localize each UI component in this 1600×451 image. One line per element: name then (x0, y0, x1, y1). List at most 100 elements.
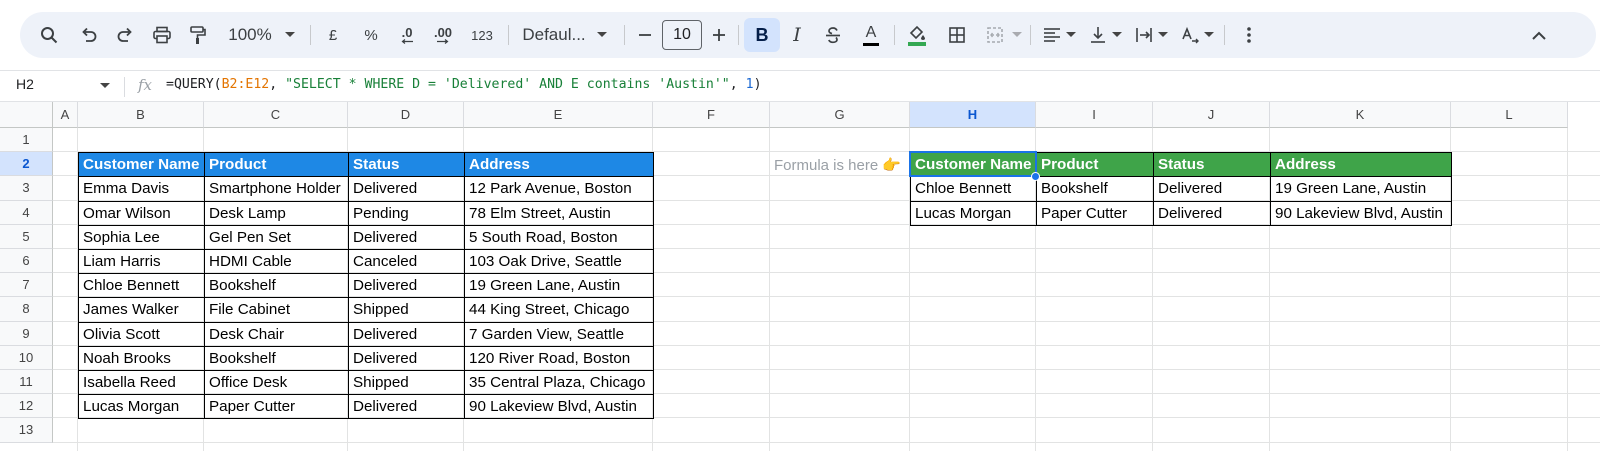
table-cell[interactable]: Emma Davis (78, 176, 205, 202)
table-cell[interactable]: 19 Green Lane, Austin (464, 273, 654, 299)
table-cell[interactable]: Delivered (348, 345, 465, 371)
merge-cells-icon[interactable] (980, 12, 1010, 58)
table-header-cell[interactable]: Address (1270, 152, 1452, 178)
row-header-2[interactable]: 2 (0, 152, 53, 177)
currency-format-button[interactable]: £ (320, 12, 346, 58)
column-header-i[interactable]: I (1036, 102, 1153, 128)
row-header-1[interactable]: 1 (0, 128, 53, 153)
row-header-12[interactable]: 12 (0, 394, 53, 419)
table-header-cell[interactable]: Product (1036, 152, 1154, 178)
table-cell[interactable]: 90 Lakeview Blvd, Austin (464, 394, 654, 420)
table-cell[interactable]: Paper Cutter (1036, 200, 1154, 226)
table-header-cell[interactable]: Product (204, 152, 349, 178)
row-header-6[interactable]: 6 (0, 249, 53, 274)
column-header-b[interactable]: B (78, 102, 204, 128)
table-header-cell[interactable]: Address (464, 152, 654, 178)
column-header-l[interactable]: L (1451, 102, 1568, 128)
table-cell[interactable]: Shipped (348, 370, 465, 396)
percent-format-button[interactable]: % (358, 12, 384, 58)
valign-caret-icon[interactable] (1110, 12, 1124, 58)
halign-caret-icon[interactable] (1064, 12, 1078, 58)
table-cell[interactable]: 12 Park Avenue, Boston (464, 176, 654, 202)
column-header-j[interactable]: J (1153, 102, 1270, 128)
vertical-align-icon[interactable] (1084, 12, 1112, 58)
table-cell[interactable]: Gel Pen Set (204, 224, 349, 250)
font-size-input[interactable]: 10 (662, 20, 702, 50)
row-header-3[interactable]: 3 (0, 176, 53, 201)
increase-decimal-button[interactable]: .00 (428, 12, 458, 58)
table-cell[interactable]: Office Desk (204, 370, 349, 396)
table-cell[interactable]: Canceled (348, 249, 465, 275)
table-header-cell[interactable]: Status (1153, 152, 1271, 178)
number-format-button[interactable]: 123 (466, 12, 498, 58)
table-cell[interactable]: Bookshelf (1036, 176, 1154, 202)
table-cell[interactable]: Delivered (1153, 176, 1271, 202)
search-icon[interactable] (34, 12, 64, 58)
column-header-d[interactable]: D (348, 102, 464, 128)
table-cell[interactable]: Desk Chair (204, 321, 349, 347)
table-cell[interactable]: Delivered (348, 176, 465, 202)
rotation-caret-icon[interactable] (1202, 12, 1216, 58)
decrease-decimal-button[interactable]: .0 (392, 12, 422, 58)
table-cell[interactable]: Delivered (348, 321, 465, 347)
row-header-13[interactable]: 13 (0, 418, 53, 443)
table-cell[interactable]: Delivered (1153, 200, 1271, 226)
merge-caret-icon[interactable] (1010, 12, 1024, 58)
table-cell[interactable]: File Cabinet (204, 297, 349, 323)
table-cell[interactable]: Delivered (348, 394, 465, 420)
more-options-icon[interactable] (1236, 12, 1262, 58)
strikethrough-icon[interactable] (818, 12, 848, 58)
redo-icon[interactable] (110, 12, 140, 58)
table-cell[interactable]: Delivered (348, 224, 465, 250)
decrease-font-size-icon[interactable] (632, 12, 658, 58)
table-cell[interactable]: Isabella Reed (78, 370, 205, 396)
table-cell[interactable]: 7 Garden View, Seattle (464, 321, 654, 347)
font-caret-icon[interactable] (594, 12, 610, 58)
table-cell[interactable]: Smartphone Holder (204, 176, 349, 202)
row-header-4[interactable]: 4 (0, 200, 53, 225)
table-cell[interactable]: Pending (348, 200, 465, 226)
text-color-button[interactable]: A (856, 12, 886, 58)
select-all-corner[interactable] (0, 102, 53, 128)
table-cell[interactable]: Paper Cutter (204, 394, 349, 420)
table-cell[interactable]: 103 Oak Drive, Seattle (464, 249, 654, 275)
row-header-11[interactable]: 11 (0, 370, 53, 395)
fill-color-icon[interactable] (902, 12, 932, 58)
row-header-5[interactable]: 5 (0, 224, 53, 249)
table-cell[interactable]: Bookshelf (204, 273, 349, 299)
table-cell[interactable]: 44 King Street, Chicago (464, 297, 654, 323)
formula-input[interactable]: =QUERY(B2:E12, "SELECT * WHERE D = 'Deli… (166, 77, 762, 92)
table-cell[interactable]: Lucas Morgan (78, 394, 205, 420)
column-header-g[interactable]: G (770, 102, 910, 128)
table-cell[interactable]: 19 Green Lane, Austin (1270, 176, 1452, 202)
print-icon[interactable] (147, 12, 177, 58)
row-header-7[interactable]: 7 (0, 273, 53, 298)
table-cell[interactable]: James Walker (78, 297, 205, 323)
increase-font-size-icon[interactable] (706, 12, 732, 58)
name-box[interactable]: H2 (16, 76, 34, 92)
table-cell[interactable]: 120 River Road, Boston (464, 345, 654, 371)
table-cell[interactable]: Shipped (348, 297, 465, 323)
table-cell[interactable]: 35 Central Plaza, Chicago (464, 370, 654, 396)
table-cell[interactable]: Noah Brooks (78, 345, 205, 371)
column-header-k[interactable]: K (1270, 102, 1451, 128)
table-cell[interactable]: HDMI Cable (204, 249, 349, 275)
collapse-toolbar-icon[interactable] (1524, 12, 1554, 58)
zoom-select[interactable]: 100% (224, 12, 276, 58)
table-cell[interactable]: Bookshelf (204, 345, 349, 371)
borders-icon[interactable] (942, 12, 972, 58)
name-box-caret-icon[interactable] (100, 83, 110, 88)
row-header-8[interactable]: 8 (0, 297, 53, 322)
font-select[interactable]: Defaul... (518, 12, 590, 58)
row-header-10[interactable]: 10 (0, 345, 53, 370)
wrap-caret-icon[interactable] (1156, 12, 1170, 58)
table-cell[interactable]: 90 Lakeview Blvd, Austin (1270, 200, 1452, 226)
table-header-cell[interactable]: Status (348, 152, 465, 178)
text-rotation-icon[interactable] (1176, 12, 1204, 58)
table-cell[interactable]: 78 Elm Street, Austin (464, 200, 654, 226)
table-cell[interactable]: Liam Harris (78, 249, 205, 275)
column-header-h[interactable]: H (910, 102, 1036, 128)
table-header-cell[interactable]: Customer Name (78, 152, 205, 178)
column-header-e[interactable]: E (464, 102, 653, 128)
row-header-9[interactable]: 9 (0, 321, 53, 346)
